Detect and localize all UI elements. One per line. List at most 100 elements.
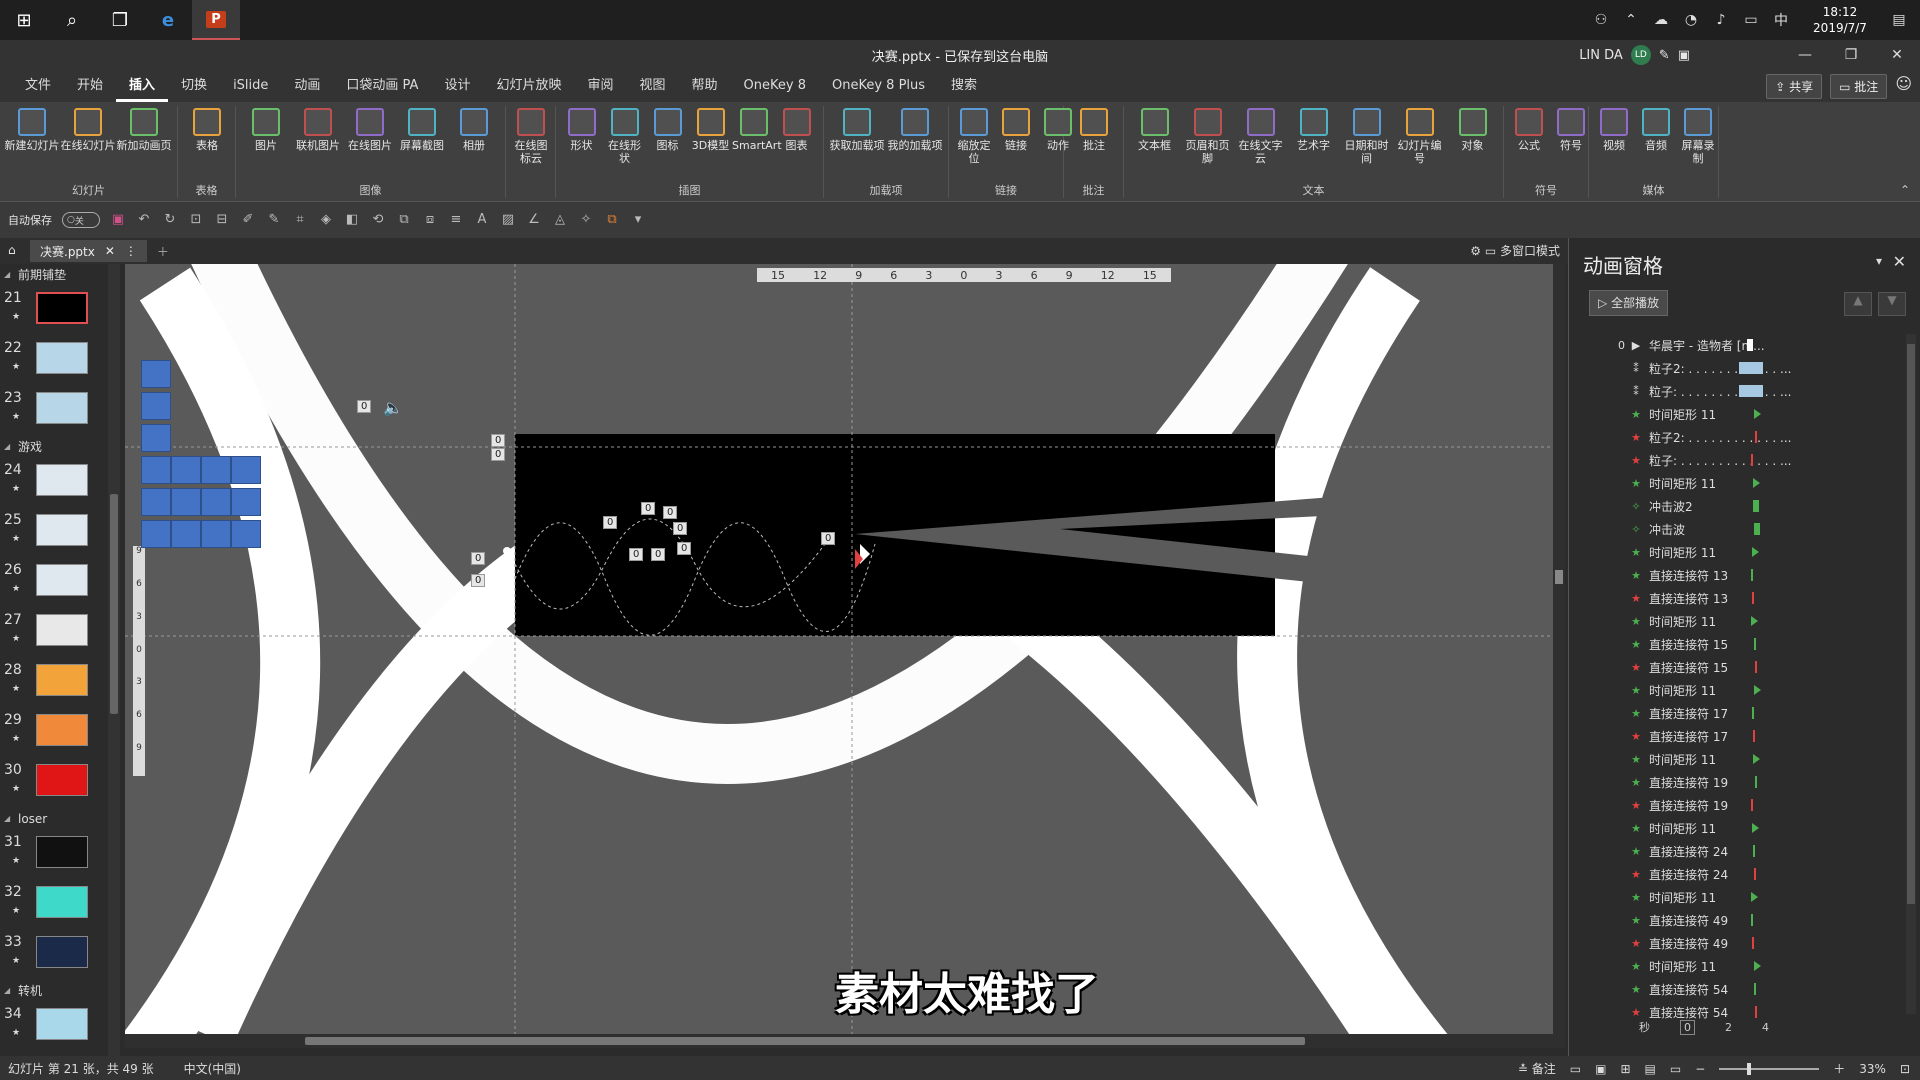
people-icon[interactable]: ⚇ <box>1590 12 1612 28</box>
timing-bar[interactable] <box>1754 961 1761 971</box>
tab-1[interactable]: 开始 <box>64 70 116 102</box>
rotate-icon[interactable]: ⟲ <box>370 212 386 228</box>
pen-icon[interactable]: ✎ <box>1659 48 1670 63</box>
line-color-icon[interactable]: ∠ <box>526 212 542 228</box>
selection-pane-icon[interactable]: ⧉ <box>604 212 620 228</box>
timing-bar[interactable] <box>1755 776 1757 788</box>
tab-3[interactable]: 切换 <box>168 70 220 102</box>
blue-square[interactable] <box>141 488 171 516</box>
thumbnail-section[interactable]: 转机 <box>0 980 125 1002</box>
animation-item[interactable]: ★ 直接连接符 17 <box>1569 702 1909 725</box>
reading-view-icon[interactable]: ▤ <box>1645 1062 1656 1076</box>
slide-thumbnail[interactable]: 22 ★ <box>0 336 125 386</box>
home-icon[interactable]: ⌂ <box>8 243 16 257</box>
timing-bar[interactable] <box>1754 685 1761 695</box>
search-icon[interactable]: ⌕ <box>48 0 96 40</box>
tab-menu-icon[interactable]: ⋮ <box>125 244 137 258</box>
pen-tool-icon[interactable]: ✎ <box>266 212 282 228</box>
timing-bar[interactable] <box>1751 454 1753 466</box>
ribbon-button-9-0[interactable]: 公式 <box>1508 108 1550 152</box>
ribbon-button-9-1[interactable]: 符号 <box>1550 108 1592 152</box>
timing-bar[interactable] <box>1752 823 1759 833</box>
tab-5[interactable]: 动画 <box>281 70 333 102</box>
timing-bar[interactable] <box>1751 799 1753 811</box>
animation-item[interactable]: ★ 时间矩形 11 <box>1569 403 1909 426</box>
ribbon-button-5-0[interactable]: 获取加载项 <box>828 108 886 152</box>
zoom-in-icon[interactable]: ＋ <box>1833 1060 1845 1077</box>
ribbon-button-2-4[interactable]: 相册 <box>448 108 500 152</box>
battery-icon[interactable]: ▭ <box>1740 12 1762 28</box>
share-button[interactable]: ⇪ 共享 <box>1766 74 1823 99</box>
animation-item[interactable]: ★ 直接连接符 49 <box>1569 909 1909 932</box>
timing-bar[interactable] <box>1753 754 1760 764</box>
timing-bar[interactable] <box>1753 730 1755 742</box>
slide-thumbnail[interactable]: 23 ★ <box>0 386 125 436</box>
close-tab-icon[interactable]: ✕ <box>105 244 115 258</box>
avatar[interactable]: LD <box>1630 45 1651 65</box>
animation-item[interactable]: ★ 直接连接符 13 <box>1569 587 1909 610</box>
ribbon-button-2-1[interactable]: 联机图片 <box>292 108 344 152</box>
ribbon-button-8-0[interactable]: 文本框 <box>1128 108 1181 152</box>
zoom-level[interactable]: 33% <box>1859 1062 1886 1076</box>
notes-button[interactable]: ≛ 备注 <box>1518 1060 1556 1077</box>
tab-7[interactable]: 设计 <box>431 70 483 102</box>
animation-item[interactable]: ★ 时间矩形 11 <box>1569 610 1909 633</box>
timing-bar[interactable] <box>1752 592 1754 604</box>
normal-view-icon[interactable]: ▣ <box>1595 1062 1606 1076</box>
timing-bar[interactable] <box>1753 845 1755 857</box>
animation-item[interactable]: ★ 直接连接符 54 <box>1569 978 1909 1001</box>
ribbon-button-7-0[interactable]: 批注 <box>1068 108 1120 152</box>
thumbnail-scrollbar[interactable] <box>108 264 120 1060</box>
ribbon-button-4-1[interactable]: 在线形状 <box>603 108 646 165</box>
animation-tag[interactable]: 0 <box>673 522 688 535</box>
animation-item[interactable]: ⁑ 粒子2: . . . . . . . . . . . . ... <box>1569 357 1909 380</box>
tab-9[interactable]: 审阅 <box>575 70 627 102</box>
crop-icon[interactable]: ⌗ <box>292 212 308 228</box>
blue-square[interactable] <box>231 488 261 516</box>
timing-bar[interactable] <box>1739 385 1763 397</box>
ribbon-button-5-1[interactable]: 我的加载项 <box>886 108 944 152</box>
textbox-icon[interactable]: A <box>474 212 490 228</box>
distribute-icon[interactable]: ⧈ <box>422 212 438 228</box>
powerpoint-taskbar-icon[interactable]: P <box>192 0 240 40</box>
animation-item[interactable]: ★ 粒子: . . . . . . . . . . . . . ... <box>1569 449 1909 472</box>
blue-square[interactable] <box>201 488 231 516</box>
slide-sorter-icon[interactable]: ⊞ <box>1620 1062 1630 1076</box>
ribbon-button-4-2[interactable]: 图标 <box>646 108 689 152</box>
blue-square[interactable] <box>141 520 171 548</box>
blue-square[interactable] <box>231 520 261 548</box>
timing-bar[interactable] <box>1751 914 1753 926</box>
thumbnail-section[interactable]: 游戏 <box>0 436 125 458</box>
ime-indicator[interactable]: 中 <box>1770 10 1792 30</box>
animation-item[interactable]: ★ 直接连接符 19 <box>1569 794 1909 817</box>
blue-square[interactable] <box>141 424 171 452</box>
slide-thumbnail[interactable]: 32 ★ <box>0 880 125 930</box>
animation-item[interactable]: ★ 直接连接符 17 <box>1569 725 1909 748</box>
comments-icon[interactable]: ▭ <box>1570 1062 1581 1076</box>
fill-color-icon[interactable]: ◬ <box>552 212 568 228</box>
comments-button[interactable]: ▭ 批注 <box>1830 74 1888 99</box>
ribbon-button-4-3[interactable]: 3D模型 <box>689 108 732 152</box>
autosave-toggle[interactable]: ○ 关 <box>62 212 100 228</box>
animation-item[interactable]: ★ 直接连接符 15 <box>1569 633 1909 656</box>
new-tab-icon[interactable]: ＋ <box>157 243 169 260</box>
ribbon-button-2-2[interactable]: 在线图片 <box>344 108 396 152</box>
animation-item[interactable]: ★ 时间矩形 11 <box>1569 679 1909 702</box>
timing-bar[interactable] <box>1753 478 1760 488</box>
animation-item[interactable]: ★ 直接连接符 49 <box>1569 932 1909 955</box>
zoom-out-icon[interactable]: − <box>1695 1062 1705 1076</box>
clock[interactable]: 18:12 2019/7/7 <box>1800 4 1880 36</box>
timing-bar[interactable] <box>1755 1006 1757 1018</box>
timing-bar[interactable] <box>1754 983 1756 995</box>
tab-12[interactable]: OneKey 8 <box>731 70 819 102</box>
canvas-horizontal-scrollbar[interactable] <box>125 1034 1565 1048</box>
animation-tag[interactable]: 0 <box>821 532 836 545</box>
animation-item[interactable]: ★ 直接连接符 13 <box>1569 564 1909 587</box>
tab-4[interactable]: iSlide <box>220 70 281 102</box>
tab-10[interactable]: 视图 <box>627 70 679 102</box>
blue-square[interactable] <box>231 456 261 484</box>
animation-item[interactable]: ★ 时间矩形 11 <box>1569 886 1909 909</box>
animation-item[interactable]: 0 ▶ 华晨宇 - 造物者 [m... <box>1569 334 1909 357</box>
animation-item[interactable]: ★ 时间矩形 11 <box>1569 748 1909 771</box>
timing-bar[interactable] <box>1755 661 1757 673</box>
